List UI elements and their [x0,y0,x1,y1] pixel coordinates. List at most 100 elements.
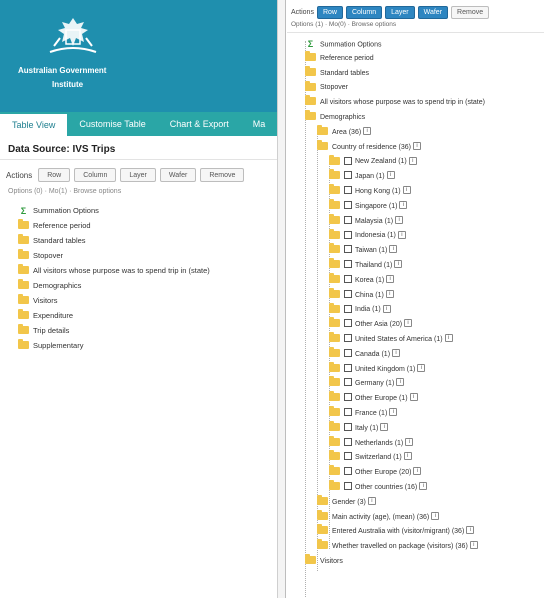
info-icon[interactable]: i [380,422,389,431]
item-checkbox[interactable] [344,171,352,180]
panel-splitter[interactable] [278,0,286,598]
tree-item[interactable]: Italy (1) i [287,420,544,437]
tree-item[interactable]: Thailand (1) i [287,258,544,274]
item-checkbox[interactable] [344,186,352,195]
item-checkbox[interactable] [344,482,352,491]
tree-item[interactable]: Netherlands (1) i [287,435,544,452]
info-icon[interactable]: i [413,467,422,476]
info-icon[interactable]: i [403,452,412,461]
tree-item[interactable]: Korea (1) i [287,272,544,289]
tab-customise-table[interactable]: Customise Table [67,112,157,136]
item-checkbox[interactable] [344,215,352,224]
tree-item[interactable]: Country of residence (36) i [287,139,544,156]
info-icon[interactable]: i [399,200,408,209]
item-checkbox[interactable] [344,319,352,328]
tree-item[interactable]: Visitors [287,554,544,570]
item-checkbox[interactable] [344,289,352,298]
item-checkbox[interactable] [344,334,352,343]
tree-item[interactable]: Visitors [0,293,277,308]
remove-button[interactable]: Remove [200,168,245,182]
tree-item[interactable]: Σ Summation Options [287,37,544,52]
tree-item[interactable]: Malaysia (1) i [287,213,544,230]
tree-item[interactable]: China (1) i [287,287,544,304]
tree-item[interactable]: Standard tables [287,65,544,82]
item-checkbox[interactable] [344,378,352,387]
tree-item[interactable]: Other Asia (20) i [287,317,544,333]
item-checkbox[interactable] [344,393,352,402]
info-icon[interactable]: i [367,496,376,505]
tree-item[interactable]: Switzerland (1) i [287,450,544,466]
info-icon[interactable]: i [466,526,475,535]
item-checkbox[interactable] [344,348,352,357]
remove-button[interactable]: Remove [451,6,490,19]
tree-item[interactable]: Σ Summation Options [0,203,277,218]
tree-item[interactable]: India (1) i [287,302,544,318]
tree-item[interactable]: Gender (3) i [287,494,544,511]
tree-item[interactable]: Demographics [0,278,277,293]
tree-item[interactable]: Stopover [0,248,277,263]
info-icon[interactable]: i [395,215,404,224]
tree-item[interactable]: All visitors whose purpose was to spend … [287,95,544,111]
item-checkbox[interactable] [344,260,352,269]
tree-item[interactable]: Other Europe (1) i [287,391,544,407]
info-icon[interactable]: i [412,141,421,150]
item-checkbox[interactable] [344,156,352,165]
tab-map[interactable]: Ma [241,112,277,136]
item-checkbox[interactable] [344,408,352,417]
info-icon[interactable]: i [404,319,413,328]
tree-item[interactable]: Trip details [0,323,277,338]
add-layer-button[interactable]: Layer [120,168,156,182]
item-checkbox[interactable] [344,200,352,209]
tree-item[interactable]: New Zealand (1) i [287,154,544,170]
tree-item[interactable]: Reference period [287,50,544,67]
info-icon[interactable]: i [396,378,405,387]
tree-item[interactable]: Entered Australia with (visitor/migrant)… [287,524,544,540]
tab-chart-export[interactable]: Chart & Export [158,112,241,136]
add-row-button[interactable]: Row [38,168,71,182]
item-checkbox[interactable] [344,245,352,254]
tree-item[interactable]: Indonesia (1) i [287,228,544,244]
tree-item[interactable]: All visitors whose purpose was to spend … [0,263,277,278]
add-row-button[interactable]: Row [316,6,343,19]
right-options-links[interactable]: Options (1) · Mo(0) · Browse options [287,21,544,33]
tree-item[interactable]: Germany (1) i [287,376,544,392]
item-checkbox[interactable] [344,304,352,313]
tree-item[interactable]: France (1) i [287,406,544,422]
info-icon[interactable]: i [469,541,478,550]
info-icon[interactable]: i [397,230,406,239]
info-icon[interactable]: i [417,363,426,372]
tree-item[interactable]: Demographics [287,110,544,126]
tree-item[interactable]: Hong Kong (1) i [287,184,544,200]
item-checkbox[interactable] [344,452,352,461]
tree-item[interactable]: Stopover [287,80,544,96]
item-checkbox[interactable] [344,363,352,372]
tree-item[interactable]: Area (36) i [287,124,544,141]
info-icon[interactable]: i [409,393,418,402]
item-checkbox[interactable] [344,437,352,446]
tree-item[interactable]: Singapore (1) i [287,198,544,215]
info-icon[interactable]: i [389,245,398,254]
info-icon[interactable]: i [392,348,401,357]
add-wafer-button[interactable]: Wafer [159,168,197,182]
left-options-links[interactable]: Options (0) · Mo(1) · Browse options [0,186,277,203]
info-icon[interactable]: i [405,437,414,446]
info-icon[interactable]: i [386,171,395,180]
info-icon[interactable]: i [408,156,417,165]
tree-item[interactable]: Whether travelled on package (visitors) … [287,539,544,555]
info-icon[interactable]: i [382,304,391,313]
info-icon[interactable]: i [363,126,372,135]
tree-item[interactable]: Reference period [0,218,277,233]
info-icon[interactable]: i [419,482,428,491]
item-checkbox[interactable] [344,274,352,283]
tree-item[interactable]: Canada (1) i [287,346,544,363]
info-icon[interactable]: i [444,334,453,343]
tree-item[interactable]: Standard tables [0,233,277,248]
tab-table-view[interactable]: Table View [0,112,68,136]
add-column-button[interactable]: Column [345,6,383,19]
tree-item[interactable]: Other Europe (20) i [287,465,544,481]
add-layer-button[interactable]: Layer [385,6,415,19]
info-icon[interactable]: i [431,511,440,520]
add-column-button[interactable]: Column [74,168,117,182]
tree-item[interactable]: Japan (1) i [287,169,544,185]
tree-item[interactable]: Expenditure [0,308,277,323]
